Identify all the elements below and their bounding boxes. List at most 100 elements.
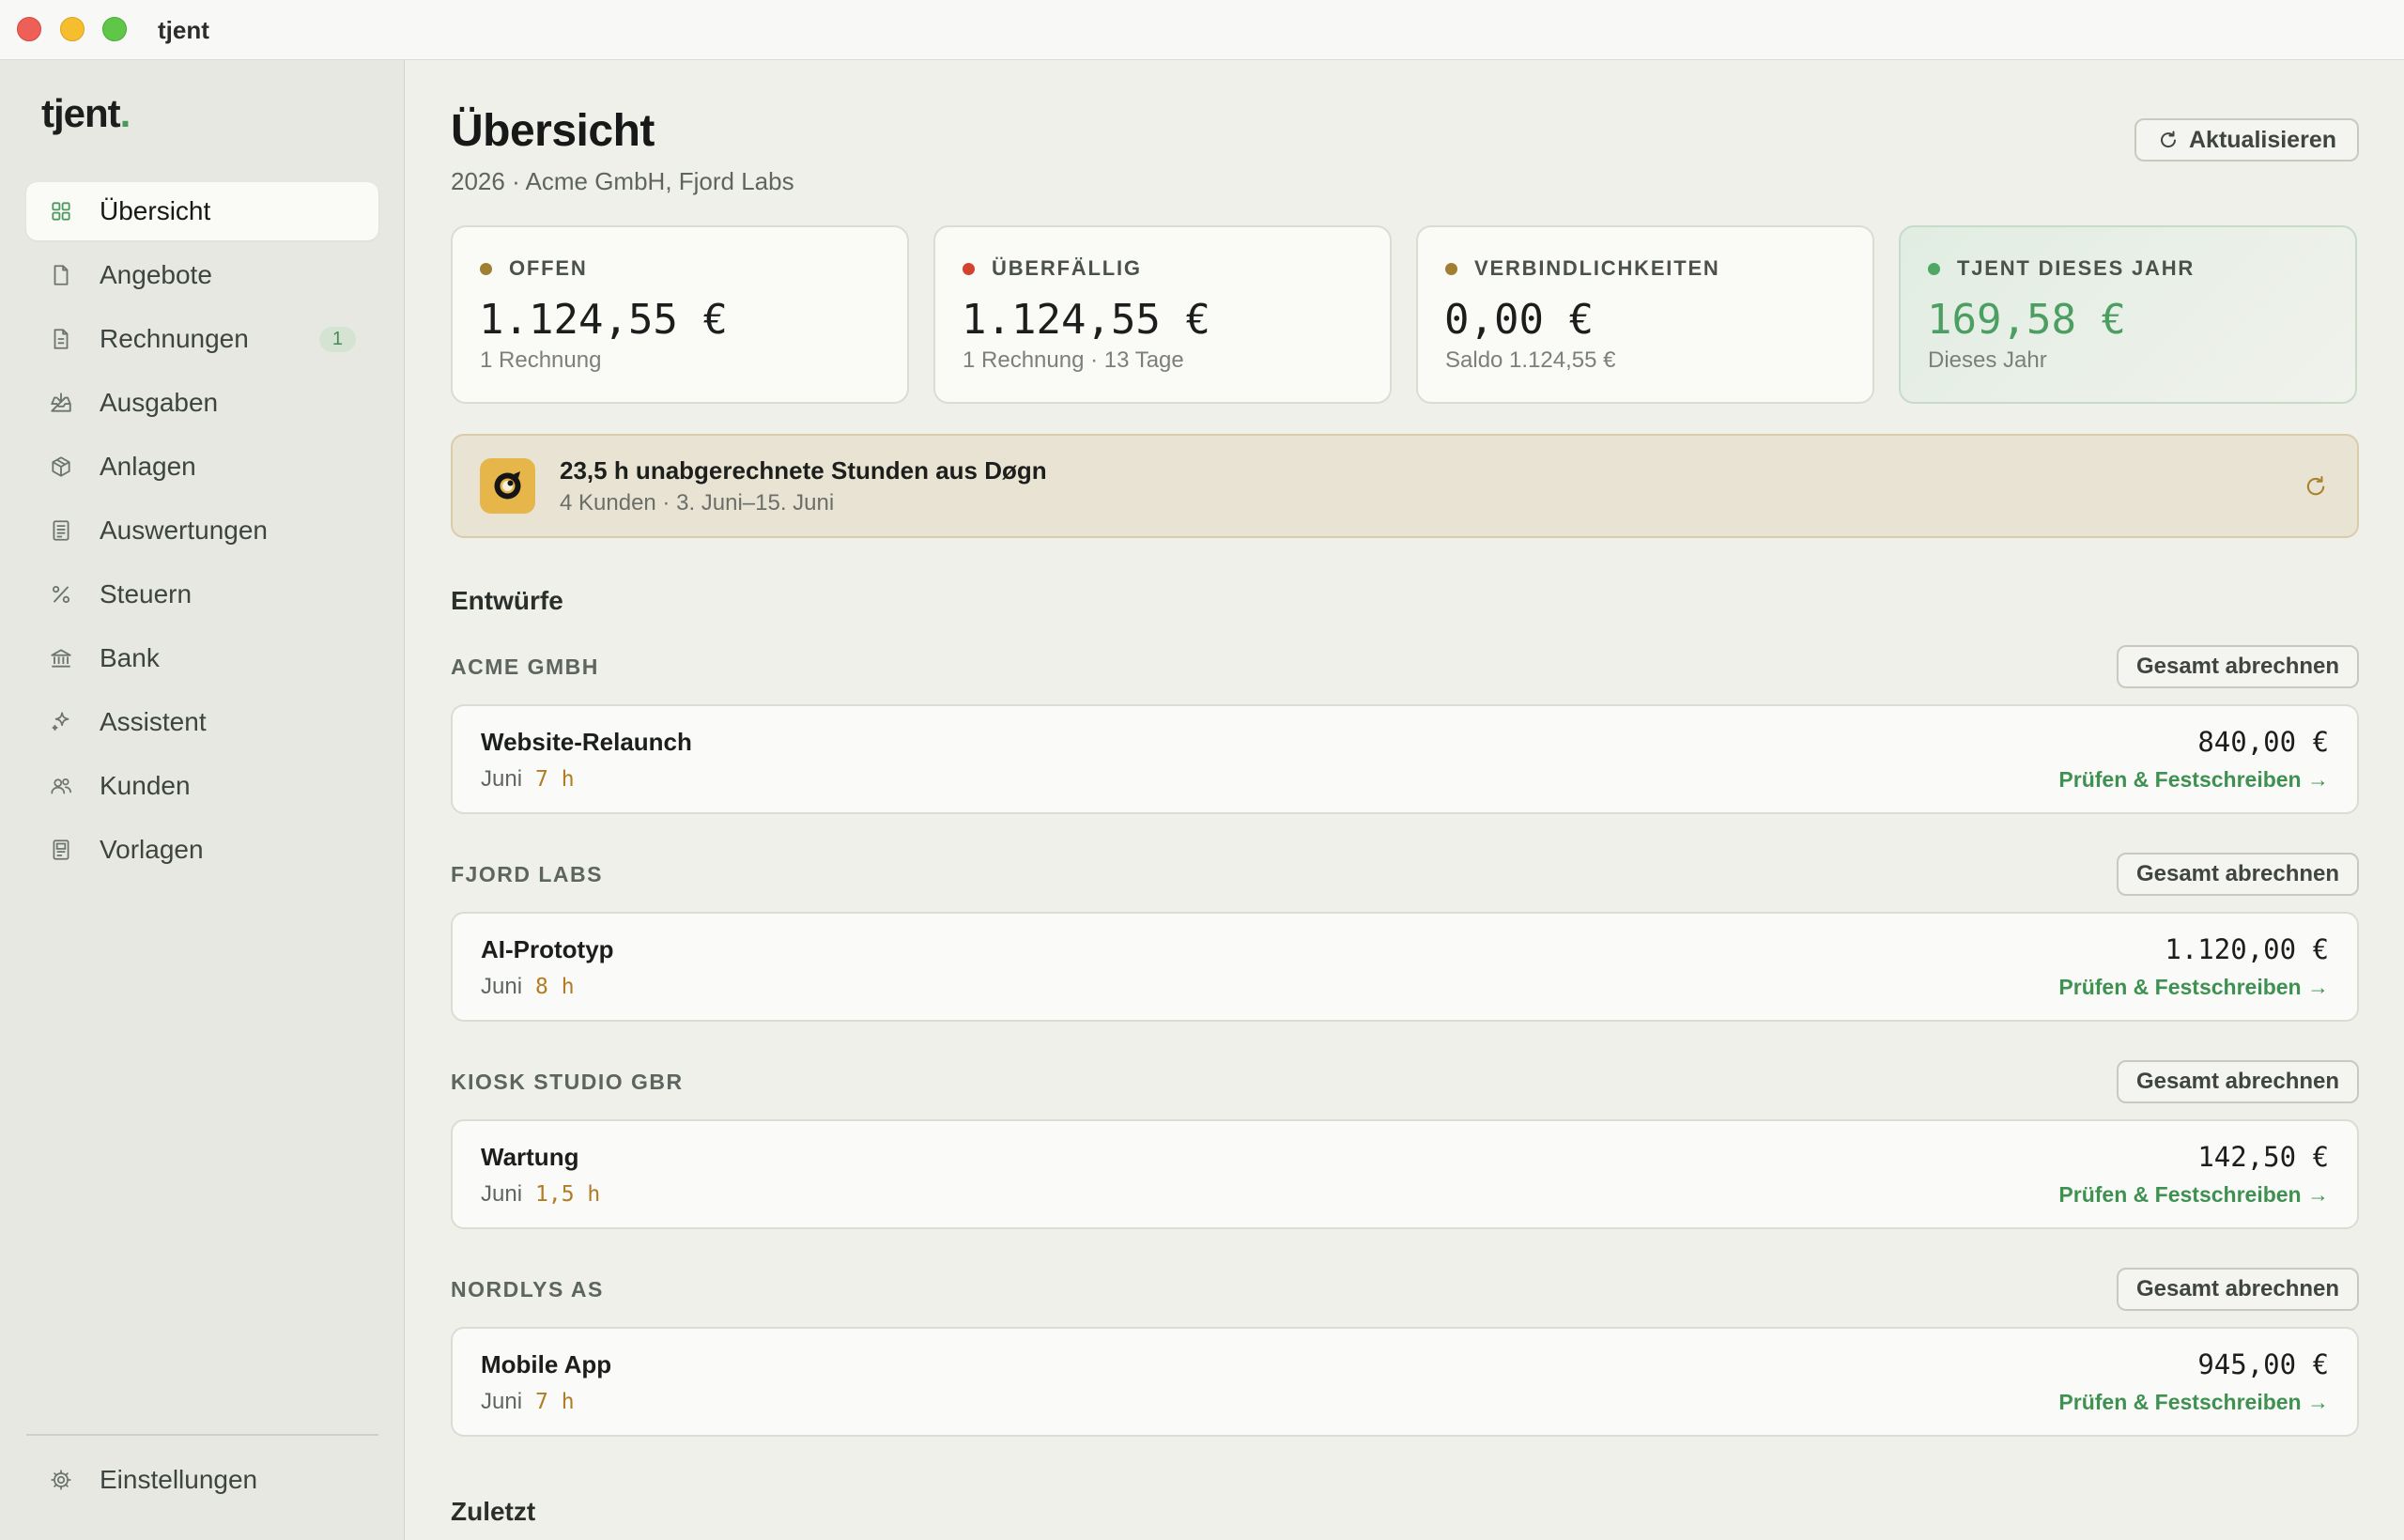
bill-all-button[interactable]: Gesamt abrechnen [2117,1060,2359,1103]
draft-groups: ACME GMBH Gesamt abrechnen Website-Relau… [451,645,2359,1475]
review-finalize-link[interactable]: Prüfen & Festschreiben → [2058,972,2329,1002]
draft-month: Juni [481,1181,523,1207]
sidebar-item-label: Assistent [100,707,207,736]
count-badge: 1 [318,326,356,352]
sidebar-item-vorlagen[interactable]: Vorlagen [26,821,378,879]
template-icon [49,838,73,862]
refresh-button-label: Aktualisieren [2188,126,2336,153]
draft-card[interactable]: Website-Relaunch Juni 7 h 840,00 € Prüfe… [451,704,2359,814]
close-button[interactable] [17,17,41,41]
sidebar-item-label: Auswertungen [100,516,269,545]
status-dot [963,262,975,275]
page-title: Übersicht [451,106,655,156]
bill-all-button[interactable]: Gesamt abrechnen [2117,645,2359,688]
sidebar-nav: Übersicht Angebote Rechnungen 1 Ausgaben [26,182,378,885]
sidebar-item-bank[interactable]: Bank [26,629,378,687]
draft-meta: Juni 7 h [481,764,575,794]
stat-label: TJENT DIESES JAHR [1957,256,2196,280]
stat-value: 169,58 € [1927,296,2126,344]
sidebar-item-label: Bank [100,643,160,672]
bill-all-button[interactable]: Gesamt abrechnen [2117,1268,2359,1311]
draft-group-header: ACME GMBH Gesamt abrechnen [451,645,2359,688]
recent-heading: Zuletzt [451,1497,536,1526]
status-dot [1928,262,1940,275]
refresh-button[interactable]: Aktualisieren [2134,118,2359,162]
sidebar-item-label: Einstellungen [100,1465,258,1494]
stat-label-row: VERBINDLICHKEITEN [1445,254,1720,283]
draft-amount: 945,00 € [2197,1348,2329,1380]
sidebar-item-uebersicht[interactable]: Übersicht [26,182,378,240]
draft-month: Juni [481,1389,523,1414]
sparkle-icon [49,710,73,734]
refresh-icon[interactable] [2303,473,2329,500]
logo-text: tjent [41,91,121,135]
sidebar-item-auswertungen[interactable]: Auswertungen [26,501,378,560]
draft-hours: 7 h [535,1390,575,1414]
draft-card[interactable]: Wartung Juni 1,5 h 142,50 € Prüfen & Fes… [451,1119,2359,1229]
stat-subtext: 1 Rechnung · 13 Tage [963,347,1184,373]
sidebar-item-angebote[interactable]: Angebote [26,246,378,304]
sidebar-item-kunden[interactable]: Kunden [26,757,378,815]
review-finalize-link[interactable]: Prüfen & Festschreiben → [2058,1387,2329,1417]
draft-meta: Juni 1,5 h [481,1179,600,1209]
status-dot [480,262,492,275]
dogn-app-icon [480,458,535,514]
window-title: tjent [158,16,209,44]
bank-icon [49,646,73,670]
logo-dot: . [119,91,131,135]
draft-amount: 840,00 € [2197,726,2329,758]
minimize-button[interactable] [60,17,85,41]
sidebar-item-rechnungen[interactable]: Rechnungen 1 [26,310,378,368]
sidebar-item-einstellungen[interactable]: Einstellungen [26,1451,378,1509]
draft-group-header: NORDLYS AS Gesamt abrechnen [451,1268,2359,1311]
bill-all-button[interactable]: Gesamt abrechnen [2117,853,2359,896]
sidebar-item-ausgaben[interactable]: Ausgaben [26,374,378,432]
stat-label-row: OFFEN [480,254,588,283]
stat-subtext: Saldo 1.124,55 € [1445,347,1616,373]
draft-card[interactable]: Mobile App Juni 7 h 945,00 € Prüfen & Fe… [451,1327,2359,1437]
client-name: FJORD LABS [451,861,603,886]
gear-icon [49,1468,73,1492]
stat-card-ueberfaellig[interactable]: ÜBERFÄLLIG 1.124,55 € 1 Rechnung · 13 Ta… [933,225,1392,404]
stat-card-verbindlichkeiten[interactable]: VERBINDLICHKEITEN 0,00 € Saldo 1.124,55 … [1416,225,1874,404]
stat-label: ÜBERFÄLLIG [992,256,1142,280]
banner-subtitle: 4 Kunden · 3. Juni–15. Juni [560,490,835,516]
stat-label: OFFEN [509,256,588,280]
client-name: NORDLYS AS [451,1276,604,1301]
stat-card-tjent-dieses-jahr[interactable]: TJENT DIESES JAHR 169,58 € Dieses Jahr [1899,225,2357,404]
unbilled-hours-banner[interactable]: 23,5 h unabgerechnete Stunden aus Døgn 4… [451,434,2359,538]
drafts-heading: Entwürfe [451,586,563,615]
app-logo: tjent. [41,88,131,139]
draft-amount: 142,50 € [2197,1141,2329,1173]
sidebar-item-label: Kunden [100,771,191,800]
users-icon [49,774,73,798]
inbox-tray-icon [49,391,73,415]
draft-meta: Juni 8 h [481,972,575,1002]
sidebar: tjent. Übersicht Angebote Rechnungen 1 A… [0,60,405,1540]
draft-hours: 8 h [535,975,575,999]
review-finalize-link[interactable]: Prüfen & Festschreiben → [2058,764,2329,794]
stat-label-row: ÜBERFÄLLIG [963,254,1142,283]
draft-title: Wartung [481,1143,579,1171]
invoice-icon [49,327,73,351]
sidebar-item-label: Angebote [100,260,212,289]
sidebar-divider [26,1434,378,1436]
draft-month: Juni [481,974,523,999]
stat-card-offen[interactable]: OFFEN 1.124,55 € 1 Rechnung [451,225,909,404]
client-name: ACME GMBH [451,654,599,679]
draft-hours: 1,5 h [535,1182,601,1207]
draft-card[interactable]: AI-Prototyp Juni 8 h 1.120,00 € Prüfen &… [451,912,2359,1022]
percent-icon [49,582,73,607]
zoom-button[interactable] [102,17,127,41]
status-dot [1445,262,1457,275]
sidebar-item-assistent[interactable]: Assistent [26,693,378,751]
review-finalize-link[interactable]: Prüfen & Festschreiben → [2058,1179,2329,1209]
sidebar-item-label: Ausgaben [100,388,219,417]
sidebar-item-label: Anlagen [100,452,196,481]
sidebar-item-label: Übersicht [100,196,211,225]
sidebar-item-steuern[interactable]: Steuern [26,565,378,624]
draft-title: AI-Prototyp [481,935,614,963]
window-titlebar: tjent [0,0,2404,60]
sidebar-item-anlagen[interactable]: Anlagen [26,438,378,496]
page-subtitle: 2026 · Acme GmbH, Fjord Labs [451,167,794,195]
